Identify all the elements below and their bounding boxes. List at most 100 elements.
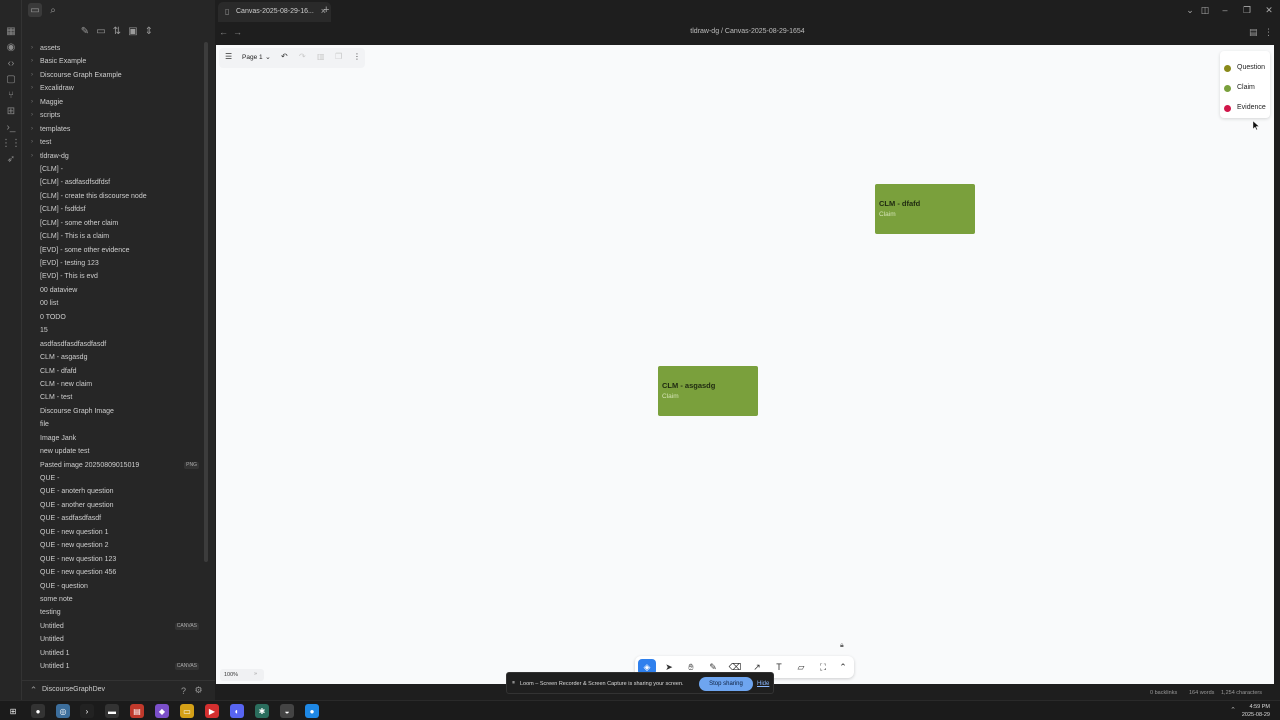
file-item[interactable]: 00 dataview xyxy=(22,284,207,297)
trash-icon[interactable]: ▥ xyxy=(317,52,325,61)
file-item[interactable]: CLM - asgasdg xyxy=(22,351,207,364)
file-item[interactable]: [CLM] - asdfasdfsdfdsf xyxy=(22,176,207,189)
expand-icon[interactable]: » xyxy=(254,671,257,677)
tldraw-canvas[interactable]: ☰ Page 1 ⌄ ↶ ↷ ▥ ❐ ⋮ Question Claim Eviden… xyxy=(216,45,1274,684)
file-item[interactable]: [EVD] - some other evidence xyxy=(22,244,207,257)
slack-icon[interactable]: ✱ xyxy=(255,704,269,718)
file-item[interactable]: Image Jank xyxy=(22,432,207,445)
chrome-icon[interactable]: ◎ xyxy=(56,704,70,718)
file-item[interactable]: [CLM] - This is a claim xyxy=(22,230,207,243)
folder-item[interactable]: › scripts xyxy=(22,109,207,122)
file-item[interactable]: QUE - new question 123 xyxy=(22,553,207,566)
undo-icon[interactable]: ↶ xyxy=(281,52,288,61)
terminal-icon[interactable]: ›_ xyxy=(4,121,18,133)
more-options-icon[interactable]: ⋮ xyxy=(1264,27,1273,38)
file-item[interactable]: QUE - new question 1 xyxy=(22,526,207,539)
chevron-right-icon[interactable]: › xyxy=(31,69,33,82)
obsidian-icon[interactable]: ◆ xyxy=(155,704,169,718)
folder-item[interactable]: › Excalidraw xyxy=(22,82,207,95)
app2-icon[interactable]: ◒ xyxy=(280,704,294,718)
file-item[interactable]: CLM - dfafd xyxy=(22,365,207,378)
discourse-node-claim[interactable]: CLM - dfafd Claim xyxy=(875,184,975,234)
file-item[interactable]: [CLM] - fsdfdsf xyxy=(22,203,207,216)
pdf-icon[interactable]: ▤ xyxy=(130,704,144,718)
file-item[interactable]: CLM - new claim xyxy=(22,378,207,391)
restore-icon[interactable]: ❐ xyxy=(1240,5,1254,16)
network-icon[interactable]: ⋮⋮ xyxy=(1,137,21,149)
new-folder-icon[interactable]: ▭ xyxy=(94,24,108,38)
file-item[interactable]: [EVD] - This is evd xyxy=(22,270,207,283)
file-item[interactable]: QUE - new question 456 xyxy=(22,566,207,579)
discord-icon[interactable]: ◐ xyxy=(230,704,244,718)
graph-icon[interactable]: ◉ xyxy=(4,41,18,53)
sort-icon[interactable]: ⇅ xyxy=(110,24,124,38)
folder-item[interactable]: › Discourse Graph Example xyxy=(22,69,207,82)
chevron-right-icon[interactable]: › xyxy=(31,82,33,95)
page-selector[interactable]: Page 1 xyxy=(242,54,263,61)
terminal-app-icon[interactable]: › xyxy=(80,704,94,718)
file-icon[interactable]: ▢ xyxy=(4,73,18,85)
file-item[interactable]: Pasted image 20250809015019 PNG xyxy=(22,459,207,472)
file-item[interactable]: Discourse Graph Image xyxy=(22,405,207,418)
frame-tool-icon[interactable]: ⛶ xyxy=(814,659,832,675)
chevron-right-icon[interactable]: › xyxy=(31,55,33,68)
file-item[interactable]: asdfasdfasdfasdfasdf xyxy=(22,338,207,351)
file-item[interactable]: [CLM] - xyxy=(22,163,207,176)
legend-item[interactable]: Evidence xyxy=(1224,103,1272,115)
legend-item[interactable]: Claim xyxy=(1224,83,1272,95)
discourse-node-claim[interactable]: CLM - asgasdg Claim xyxy=(658,366,758,416)
file-item[interactable]: 0 TODO xyxy=(22,311,207,324)
folder-item[interactable]: › assets xyxy=(22,42,207,55)
file-item[interactable]: QUE - xyxy=(22,472,207,485)
chevron-right-icon[interactable]: › xyxy=(31,136,33,149)
chevron-right-icon[interactable]: › xyxy=(31,109,33,122)
app3-icon[interactable]: ● xyxy=(305,704,319,718)
tab-canvas[interactable]: ▯ Canvas-2025-08-29-16... × xyxy=(218,2,331,22)
reading-view-icon[interactable]: ▤ xyxy=(1249,27,1258,38)
file-item[interactable]: some note xyxy=(22,593,207,606)
file-item[interactable]: Untitled xyxy=(22,633,207,646)
file-item[interactable]: [CLM] - create this discourse node xyxy=(22,190,207,203)
more-tools-icon[interactable]: ⌃ xyxy=(834,659,852,675)
chevron-down-icon[interactable]: ⌄ xyxy=(1183,5,1197,16)
system-clock[interactable]: 4:59 PM 2025-08-29 xyxy=(1242,703,1270,719)
new-tab-button[interactable]: + xyxy=(323,4,329,16)
vault-switcher[interactable]: ⌃ DiscourseGraphDev ? ⚙ xyxy=(22,680,215,700)
zoom-control[interactable]: 100% » xyxy=(220,669,264,681)
file-item[interactable]: Untitled CANVAS xyxy=(22,620,207,633)
folder-item[interactable]: › templates xyxy=(22,123,207,136)
folder-icon[interactable]: ▭ xyxy=(28,3,42,17)
chevron-up-icon[interactable]: ⌃ xyxy=(1230,706,1236,714)
chevron-right-icon[interactable]: › xyxy=(31,123,33,136)
file-item[interactable]: QUE - question xyxy=(22,580,207,593)
gear-icon[interactable]: ⚙ xyxy=(193,685,204,696)
zoom-level[interactable]: 100% xyxy=(224,672,238,678)
windows-start-icon[interactable]: ⊞ xyxy=(6,704,20,718)
note-tool-icon[interactable]: ▱ xyxy=(792,659,810,675)
file-item[interactable]: new update test xyxy=(22,445,207,458)
file-item[interactable]: 15 xyxy=(22,324,207,337)
stop-sharing-button[interactable]: Stop sharing xyxy=(699,677,753,691)
branch-icon[interactable]: ⑂ xyxy=(4,89,18,101)
folder-item[interactable]: › Maggie xyxy=(22,96,207,109)
file-item[interactable]: [CLM] - some other claim xyxy=(22,217,207,230)
lock-icon[interactable]: 🔒︎ xyxy=(840,642,844,650)
expand-icon[interactable]: ⇕ xyxy=(142,24,156,38)
folder-item[interactable]: › test xyxy=(22,136,207,149)
file-item[interactable]: Untitled 1 xyxy=(22,647,207,660)
app-icon[interactable]: ● xyxy=(31,704,45,718)
file-item[interactable]: Untitled 1 CANVAS xyxy=(22,660,207,673)
menu-icon[interactable]: ☰ xyxy=(225,52,232,61)
folder-item[interactable]: › Basic Example xyxy=(22,55,207,68)
redo-icon[interactable]: ↷ xyxy=(299,52,306,61)
file-item[interactable]: QUE - asdfasdfasdf xyxy=(22,512,207,525)
rocket-icon[interactable]: ➶ xyxy=(4,153,18,165)
chevron-right-icon[interactable]: › xyxy=(31,42,33,55)
scrollbar[interactable] xyxy=(204,42,208,562)
vault-name[interactable]: DiscourseGraphDev xyxy=(42,686,105,693)
file-item[interactable]: 00 list xyxy=(22,297,207,310)
file-item[interactable]: QUE - anoterh question xyxy=(22,485,207,498)
folder-item[interactable]: › tldraw-dg xyxy=(22,150,207,163)
code-icon[interactable]: ‹› xyxy=(4,57,18,69)
console-icon[interactable]: ▬ xyxy=(105,704,119,718)
